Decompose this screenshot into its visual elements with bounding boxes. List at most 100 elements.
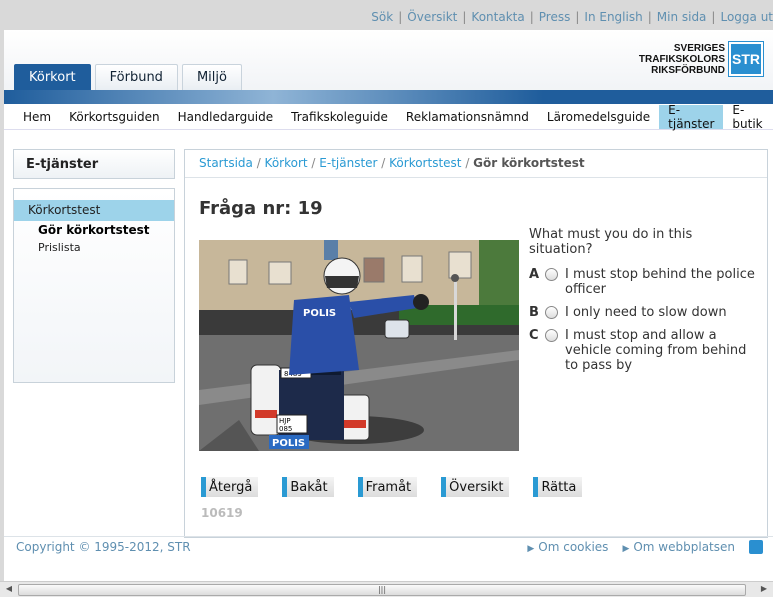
footer-link-label: Om webbplatsen — [633, 540, 735, 554]
nav-e-tjanster[interactable]: E-tjänster — [659, 103, 724, 131]
framat-button[interactable]: Framåt — [357, 477, 418, 497]
logo-line-1: SVERIGES — [673, 42, 725, 54]
nav-handledarguide[interactable]: Handledarguide — [169, 105, 283, 129]
answer-text: I only need to slow down — [565, 305, 727, 320]
top-link-sok[interactable]: Sök — [371, 10, 393, 28]
breadcrumb-korkort[interactable]: Körkort — [265, 156, 308, 170]
answer-letter: A — [529, 267, 540, 282]
svg-text:POLIS: POLIS — [303, 308, 336, 319]
answer-text: I must stop and allow a vehicle coming f… — [565, 328, 747, 373]
footer-links: ▶ Om cookies ▶ Om webbplatsen — [527, 540, 763, 554]
sidebar-title: E-tjänster — [13, 149, 175, 179]
top-links: Sök | Översikt | Kontakta | Press | In Engli… — [371, 10, 773, 28]
brand-bar — [4, 90, 773, 104]
footer-link-cookies[interactable]: ▶ Om cookies — [527, 540, 608, 554]
tab-korkort[interactable]: Körkort — [14, 64, 91, 90]
top-link-press[interactable]: Press — [539, 10, 571, 28]
answer-letter: B — [529, 305, 539, 320]
button-stripe — [282, 477, 288, 497]
main-nav: Hem Körkortsguiden Handledarguide Trafik… — [4, 103, 773, 131]
button-stripe — [357, 477, 363, 497]
footer-link-webbplatsen[interactable]: ▶ Om webbplatsen — [622, 540, 735, 554]
page: Körkort Förbund Miljö SVERIGES TRAFIKSKO… — [4, 30, 773, 597]
breadcrumb-startsida[interactable]: Startsida — [199, 156, 253, 170]
question-text: What must you do in this situation? — [529, 227, 693, 257]
breadcrumb-korkortstest[interactable]: Körkortstest — [389, 156, 461, 170]
answer-list: A I must stop behind the police officer … — [529, 267, 759, 381]
horizontal-scrollbar[interactable]: ◀ ||| ▶ — [0, 581, 773, 597]
quiz-buttons: Återgå Bakåt Framåt Översikt Rätta — [201, 477, 583, 497]
answer-text: I must stop behind the police officer — [565, 267, 755, 297]
breadcrumb-e-tjanster[interactable]: E-tjänster — [319, 156, 377, 170]
footer-link-label: Om cookies — [538, 540, 609, 554]
sidebar: Körkortstest Gör körkortstest Prislista — [13, 188, 175, 383]
question-code: 10619 — [201, 506, 243, 520]
separator: | — [711, 10, 716, 24]
police-plate-text: POLIS — [272, 438, 305, 449]
breadcrumb: Startsida / Körkort / E-tjänster / Körko… — [185, 150, 767, 178]
logo-mark-icon: STR — [728, 41, 764, 77]
copyright: Copyright © 1995-2012, STR — [16, 540, 191, 554]
str-logo[interactable]: SVERIGES TRAFIKSKOLORS RIKSFÖRBUND STR — [639, 41, 764, 77]
nav-hem[interactable]: Hem — [14, 105, 60, 129]
separator: | — [529, 10, 534, 24]
svg-text:HJP: HJP — [279, 417, 291, 425]
top-link-min-sida[interactable]: Min sida — [657, 10, 707, 28]
nav-e-butik[interactable]: E-butik — [723, 103, 773, 131]
button-stripe — [533, 477, 539, 497]
oversikt-button[interactable]: Översikt — [441, 477, 510, 497]
sidebar-item-korkortstest[interactable]: Körkortstest — [14, 200, 174, 221]
question-title: Fråga nr: 19 — [199, 198, 323, 219]
scrollbar-thumb[interactable]: ||| — [18, 584, 746, 596]
top-link-oversikt[interactable]: Översikt — [407, 10, 457, 28]
nav-laromedelsguide[interactable]: Läromedelsguide — [538, 105, 659, 129]
button-label: Rätta — [541, 479, 577, 495]
section-tabs: Körkort Förbund Miljö — [14, 64, 242, 90]
footer: Copyright © 1995-2012, STR ▶ Om cookies ▶… — [4, 536, 773, 566]
ratta-button[interactable]: Rätta — [533, 477, 583, 497]
top-link-english[interactable]: In English — [584, 10, 642, 28]
breadcrumb-current: Gör körkortstest — [473, 156, 585, 170]
tab-forbund[interactable]: Förbund — [94, 64, 178, 90]
separator: | — [398, 10, 403, 24]
answer-b[interactable]: B I only need to slow down — [529, 305, 759, 320]
arrow-right-icon: ▶ — [622, 544, 630, 554]
social-icon[interactable] — [749, 540, 763, 554]
tab-miljo[interactable]: Miljö — [181, 64, 242, 90]
separator: | — [575, 10, 580, 24]
nav-trafikskoleguide[interactable]: Trafikskoleguide — [282, 105, 397, 129]
svg-text:085: 085 — [279, 425, 292, 433]
answer-c[interactable]: C I must stop and allow a vehicle coming… — [529, 328, 759, 373]
main-content: Startsida / Körkort / E-tjänster / Körko… — [184, 149, 768, 538]
police-motorcycle-image: 8489 HJP 085 POLIS POLIS — [199, 240, 519, 451]
sidebar-item-prislista[interactable]: Prislista — [14, 239, 174, 256]
answer-b-radio[interactable] — [545, 306, 558, 319]
separator: | — [647, 10, 652, 24]
button-label: Återgå — [209, 479, 253, 495]
answer-a[interactable]: A I must stop behind the police officer — [529, 267, 759, 297]
top-link-kontakta[interactable]: Kontakta — [471, 10, 524, 28]
header: Körkort Förbund Miljö SVERIGES TRAFIKSKO… — [4, 30, 773, 92]
scroll-left-icon[interactable]: ◀ — [2, 584, 16, 596]
answer-c-radio[interactable] — [545, 329, 558, 342]
arrow-right-icon: ▶ — [527, 544, 535, 554]
button-label: Översikt — [449, 479, 504, 495]
answer-a-radio[interactable] — [545, 268, 558, 281]
button-label: Framåt — [365, 479, 412, 495]
nav-reklamationsnamnd[interactable]: Reklamationsnämnd — [397, 105, 538, 129]
scroll-right-icon[interactable]: ▶ — [757, 584, 771, 596]
logo-line-2: TRAFIKSKOLORS — [638, 53, 725, 65]
question-image: 8489 HJP 085 POLIS POLIS — [199, 240, 519, 451]
logo-line-3: RIKSFÖRBUND — [651, 64, 725, 76]
nav-korkortsguiden[interactable]: Körkortsguiden — [60, 105, 168, 129]
atergaa-button[interactable]: Återgå — [201, 477, 259, 497]
sidebar-item-gor-korkortstest[interactable]: Gör körkortstest — [14, 221, 174, 239]
separator: | — [462, 10, 467, 24]
button-stripe — [441, 477, 447, 497]
bakat-button[interactable]: Bakåt — [282, 477, 334, 497]
answer-letter: C — [529, 328, 539, 343]
logo-text: SVERIGES TRAFIKSKOLORS RIKSFÖRBUND — [639, 43, 725, 76]
button-stripe — [201, 477, 206, 497]
button-label: Bakåt — [290, 479, 328, 495]
top-link-logga-ut[interactable]: Logga ut — [720, 10, 773, 28]
